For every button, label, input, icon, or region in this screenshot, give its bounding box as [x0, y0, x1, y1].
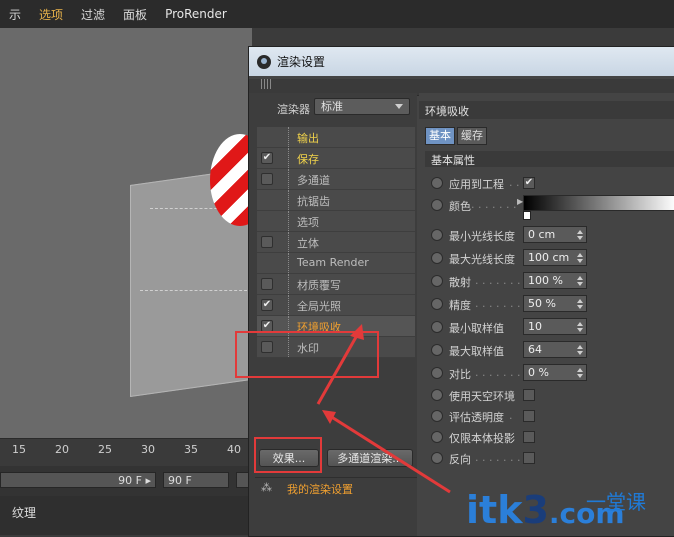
watermark-part: 3 [522, 488, 549, 532]
annotation-arrows [316, 324, 451, 494]
arrow-line-left [329, 414, 451, 494]
arrow-line-up [316, 329, 362, 405]
watermark-part: itk [466, 488, 523, 532]
arrow-head-icon [350, 324, 364, 340]
watermark-subtitle: 一堂课 [586, 490, 646, 514]
